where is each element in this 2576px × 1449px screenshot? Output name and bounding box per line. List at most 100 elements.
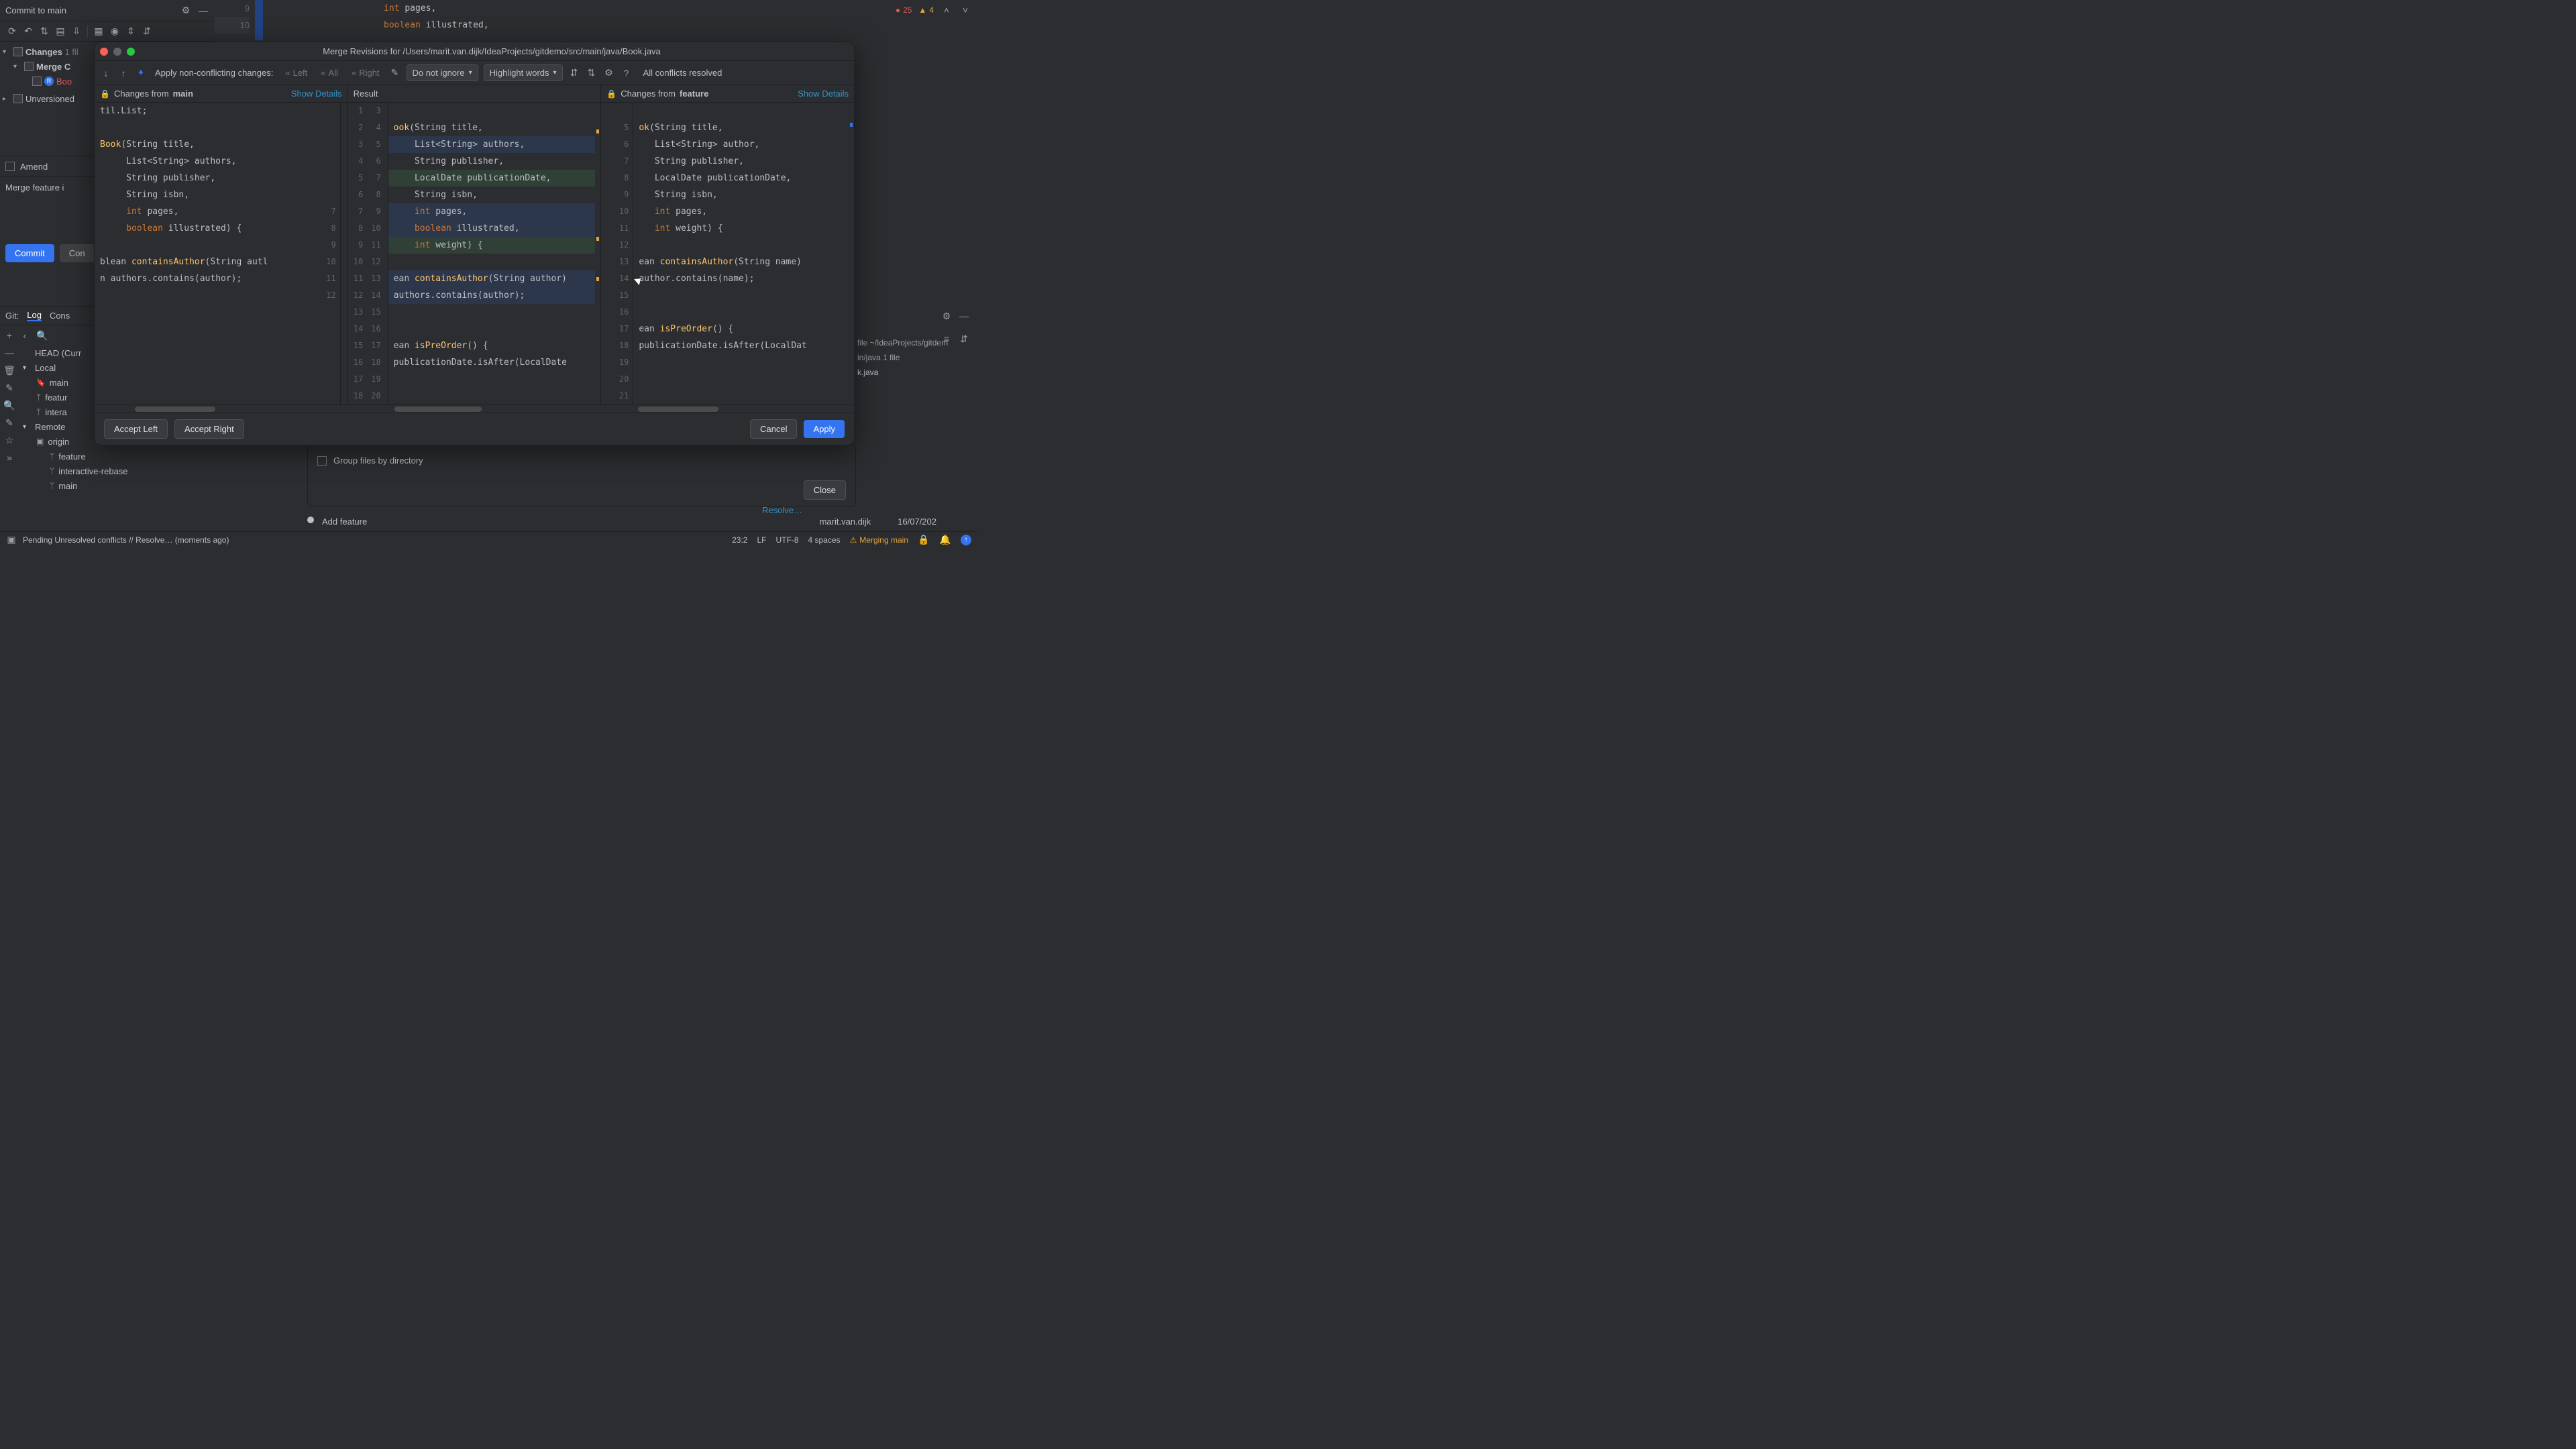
maximize-icon[interactable] [127, 48, 135, 56]
rename-icon[interactable]: ✎ [3, 382, 15, 394]
show-details-right[interactable]: Show Details [798, 89, 849, 99]
commit-date: 16/07/202 [898, 517, 936, 527]
indent[interactable]: 4 spaces [808, 535, 841, 545]
refresh-icon[interactable]: ⟳ [5, 25, 19, 38]
remote-branch-feature[interactable]: ᛘ feature [23, 449, 215, 464]
pane-right-header: 🔒 Changes from feature Show Details [601, 85, 854, 102]
merge-center-pane[interactable]: 1234567891011121314151617181920 34567891… [348, 103, 602, 405]
branch-icon: ᛘ [50, 466, 54, 476]
merge-revisions-dialog: Merge Revisions for /Users/marit.van.dij… [94, 42, 855, 445]
search-icon[interactable]: 🔍 [3, 399, 15, 411]
chip-all[interactable]: «All [317, 66, 342, 79]
lock-icon[interactable]: 🔒 [918, 534, 930, 546]
lock-icon: 🔒 [100, 89, 110, 99]
tab-console[interactable]: Cons [50, 311, 70, 321]
remote-branch-main[interactable]: ᛘ main [23, 478, 215, 493]
checkbox[interactable] [24, 62, 34, 71]
tool-windows-icon[interactable]: ▣ [5, 534, 17, 546]
checkbox[interactable] [13, 94, 23, 103]
plus-icon[interactable]: + [3, 329, 15, 341]
tag-icon: 🔖 [36, 378, 46, 387]
branch-icon: ᛘ [50, 481, 54, 490]
commit-header: Commit to main ⚙ — [0, 0, 215, 21]
collapse-icon[interactable]: ⇵ [140, 25, 154, 38]
gear-icon[interactable]: ⚙ [180, 5, 192, 17]
gear-icon[interactable]: ⚙ [941, 310, 953, 322]
edit-icon[interactable]: ✎ [3, 417, 15, 429]
notification-icon[interactable]: 🔔 [939, 534, 951, 546]
minimize-icon[interactable] [113, 48, 121, 56]
branch-icon: ᛘ [36, 407, 41, 417]
conflicts-popup: Group files by directory Close [307, 444, 856, 507]
branch-icon: ᛘ [36, 392, 41, 402]
encoding[interactable]: UTF-8 [776, 535, 799, 545]
rollback-icon[interactable]: ↶ [21, 25, 35, 38]
preview-icon[interactable]: ◉ [108, 25, 121, 38]
pane-center-header: Result [348, 85, 602, 102]
more-icon[interactable]: » [3, 451, 15, 464]
vcs-status[interactable]: ⚠ Merging main [850, 535, 908, 545]
diff-settings-icon[interactable]: ⚙ [603, 67, 615, 79]
trash-icon[interactable]: 🗑 [3, 364, 15, 376]
collapse-unchanged-icon[interactable]: ⇵ [568, 67, 580, 79]
ignore-whitespace-dropdown[interactable]: Do not ignore [407, 64, 478, 81]
pane-left-header: 🔒 Changes from main Show Details [95, 85, 348, 102]
commit-details-fragment: file ~/IdeaProjects/gitdem in/java 1 fil… [857, 335, 971, 380]
magic-resolve-icon[interactable]: ✦ [135, 67, 147, 79]
next-diff-icon[interactable]: ↑ [117, 67, 129, 79]
accept-left-button[interactable]: Accept Left [104, 419, 168, 439]
prev-diff-icon[interactable]: ↓ [100, 67, 112, 79]
line-number: 9 [215, 0, 250, 17]
commit-button[interactable]: Commit [5, 244, 54, 262]
group-icon[interactable]: ▦ [92, 25, 105, 38]
status-message[interactable]: Pending Unresolved conflicts // Resolve…… [23, 535, 229, 545]
chip-left[interactable]: «Left [281, 66, 311, 79]
diff-icon[interactable]: ⇅ [38, 25, 51, 38]
commit-message: Add feature [322, 517, 367, 527]
apply-nonconflicting-label: Apply non-conflicting changes: [155, 68, 273, 78]
search-icon[interactable]: 🔍 [36, 329, 48, 341]
star-icon[interactable]: ☆ [3, 434, 15, 446]
minimize-icon[interactable]: — [197, 5, 209, 17]
highlight-dropdown[interactable]: Highlight words [484, 64, 563, 81]
close-button[interactable]: Close [804, 480, 846, 500]
amend-checkbox[interactable] [5, 162, 15, 171]
update-icon[interactable]: ↑ [961, 535, 971, 545]
shelve-icon[interactable]: ⇩ [70, 25, 83, 38]
checkbox[interactable] [32, 76, 42, 86]
chip-right[interactable]: «Right [347, 66, 384, 79]
show-details-left[interactable]: Show Details [291, 89, 342, 99]
minimize-icon[interactable]: — [958, 310, 970, 322]
group-files-checkbox[interactable] [317, 456, 327, 466]
line-ending[interactable]: LF [757, 535, 766, 545]
amend-label: Amend [20, 162, 48, 172]
log-history-row[interactable]: Add feature marit.van.dijk 16/07/202 [309, 514, 936, 529]
minus-icon[interactable]: — [3, 347, 15, 359]
remote-branch-interactive-rebase[interactable]: ᛘ interactive-rebase [23, 464, 215, 478]
main-editor: 9 10 int pages, boolean illustrated, [215, 0, 977, 40]
changelist-icon[interactable]: ▤ [54, 25, 67, 38]
expand-icon[interactable]: ⇕ [124, 25, 138, 38]
accept-right-button[interactable]: Accept Right [174, 419, 244, 439]
resolve-link[interactable]: Resolve… [762, 505, 802, 515]
group-files-label: Group files by directory [333, 455, 423, 466]
commit-toolbar: ⟳ ↶ ⇅ ▤ ⇩ ▦ ◉ ⇕ ⇵ [0, 21, 215, 42]
status-bar: ▣ Pending Unresolved conflicts // Resolv… [0, 531, 977, 547]
back-icon[interactable]: ‹ [19, 329, 31, 341]
merge-right-pane[interactable]: 56789101112131415161718192021 ok(String … [601, 103, 854, 405]
commit-and-push-button[interactable]: Con [60, 244, 95, 262]
caret-position[interactable]: 23:2 [732, 535, 747, 545]
checkbox[interactable] [13, 47, 23, 56]
tab-log[interactable]: Log [27, 310, 42, 321]
help-icon[interactable]: ? [621, 67, 633, 79]
cancel-button[interactable]: Cancel [750, 419, 797, 439]
dialog-title: Merge Revisions for /Users/marit.van.dij… [135, 46, 849, 56]
sync-scroll-icon[interactable]: ⇅ [586, 67, 598, 79]
wand-icon[interactable]: ✎ [389, 67, 401, 79]
mouse-cursor [636, 276, 645, 288]
apply-button[interactable]: Apply [804, 420, 845, 438]
conflicts-status: All conflicts resolved [643, 68, 722, 78]
close-icon[interactable] [100, 48, 108, 56]
merge-left-pane[interactable]: til.List;Book(String title, List<String>… [95, 103, 348, 405]
commit-author: marit.van.dijk [820, 517, 871, 527]
